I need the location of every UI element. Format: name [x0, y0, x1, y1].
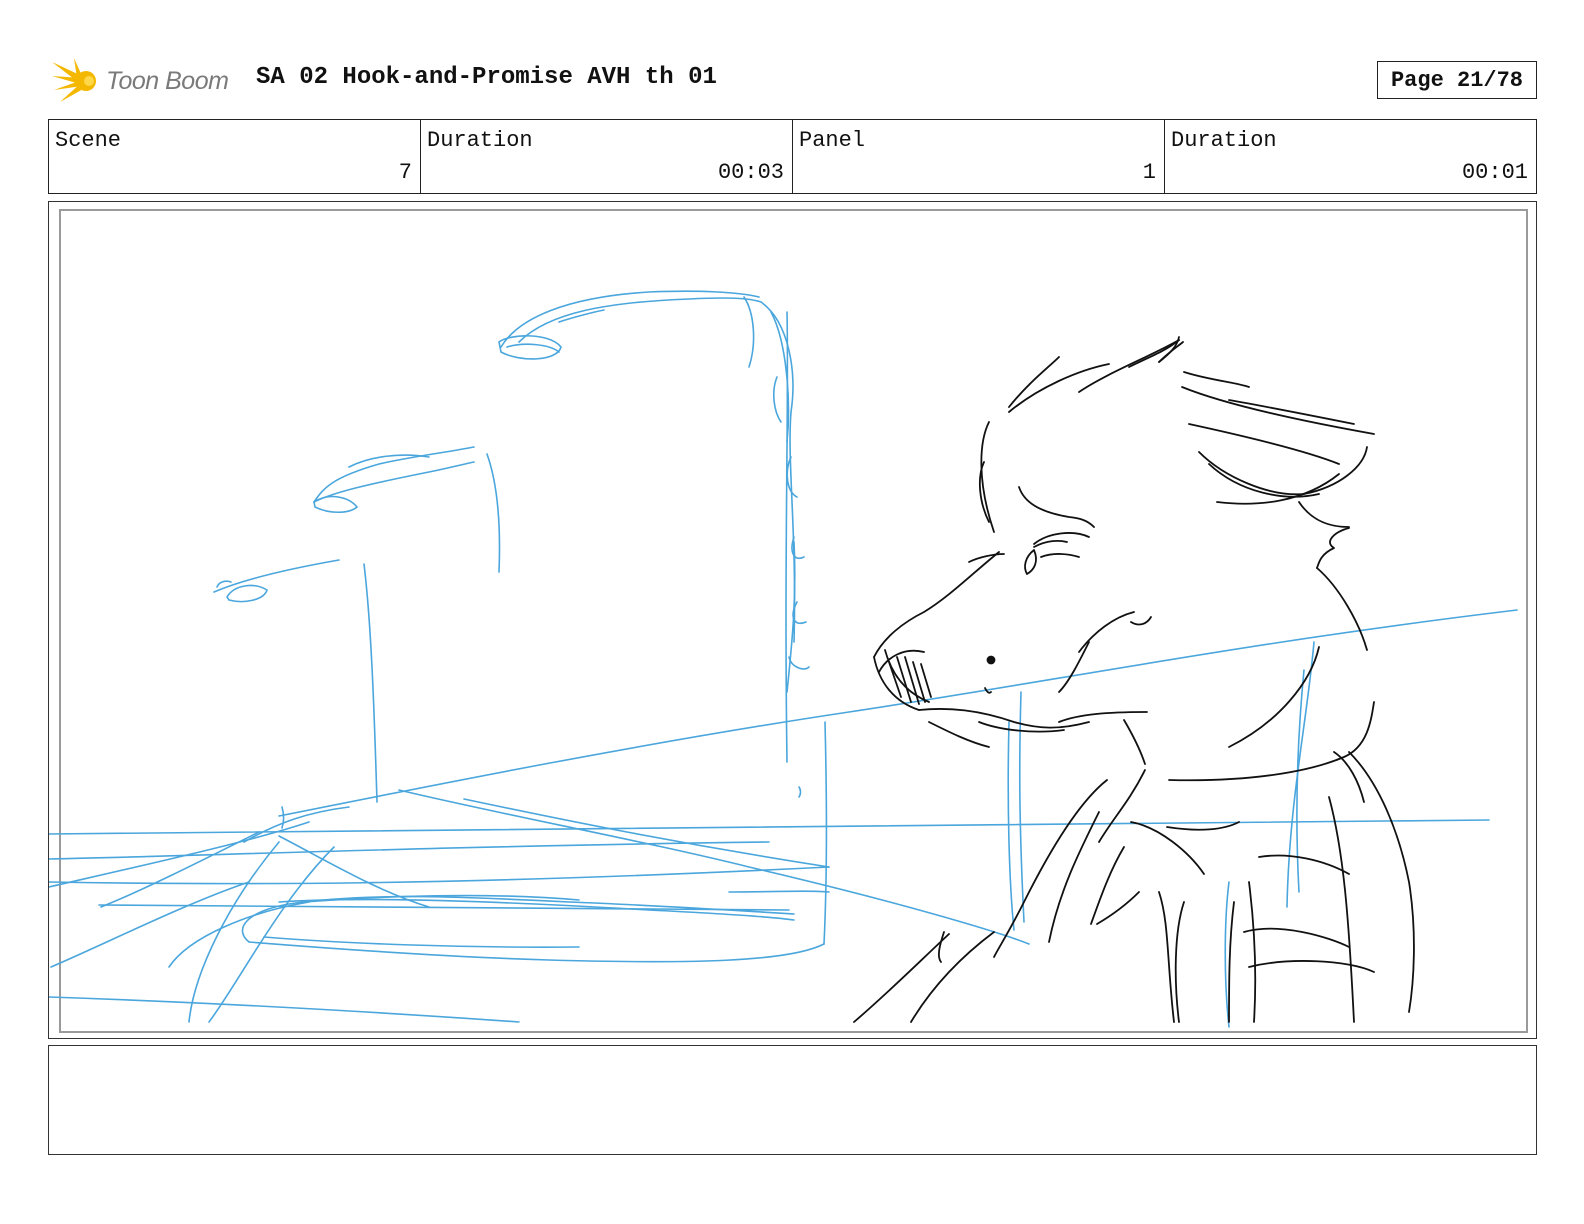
- panel-cell: Panel 1: [793, 120, 1165, 193]
- scene-value: 7: [398, 160, 412, 185]
- toon-boom-logo: Toon Boom: [52, 56, 242, 106]
- character-sketch: [853, 336, 1415, 1023]
- blue-layout-sketch: [49, 290, 1518, 1028]
- scene-duration-value: 00:03: [717, 160, 784, 185]
- page-indicator: Page 21/78: [1377, 61, 1537, 99]
- scene-info-table: Scene 7 Duration 00:03 Panel 1 Duration …: [48, 119, 1537, 194]
- document-title: SA 02 Hook-and-Promise AVH th 01: [256, 64, 717, 91]
- logo-text: Toon Boom: [106, 66, 229, 95]
- panel-sketch: [49, 209, 1528, 1033]
- panel-value: 1: [1142, 160, 1156, 185]
- panel-duration-value: 00:01: [1461, 160, 1528, 185]
- scene-label: Scene: [55, 128, 122, 153]
- scene-duration-cell: Duration 00:03: [421, 120, 793, 193]
- panel-label: Panel: [799, 128, 866, 153]
- panel-duration-cell: Duration 00:01: [1165, 120, 1536, 193]
- panel-notes-box[interactable]: [48, 1045, 1537, 1155]
- storyboard-panel: [48, 201, 1537, 1039]
- starburst-icon: [52, 58, 96, 102]
- scene-duration-label: Duration: [427, 128, 533, 153]
- panel-duration-label: Duration: [1171, 128, 1277, 153]
- scene-cell: Scene 7: [49, 120, 421, 193]
